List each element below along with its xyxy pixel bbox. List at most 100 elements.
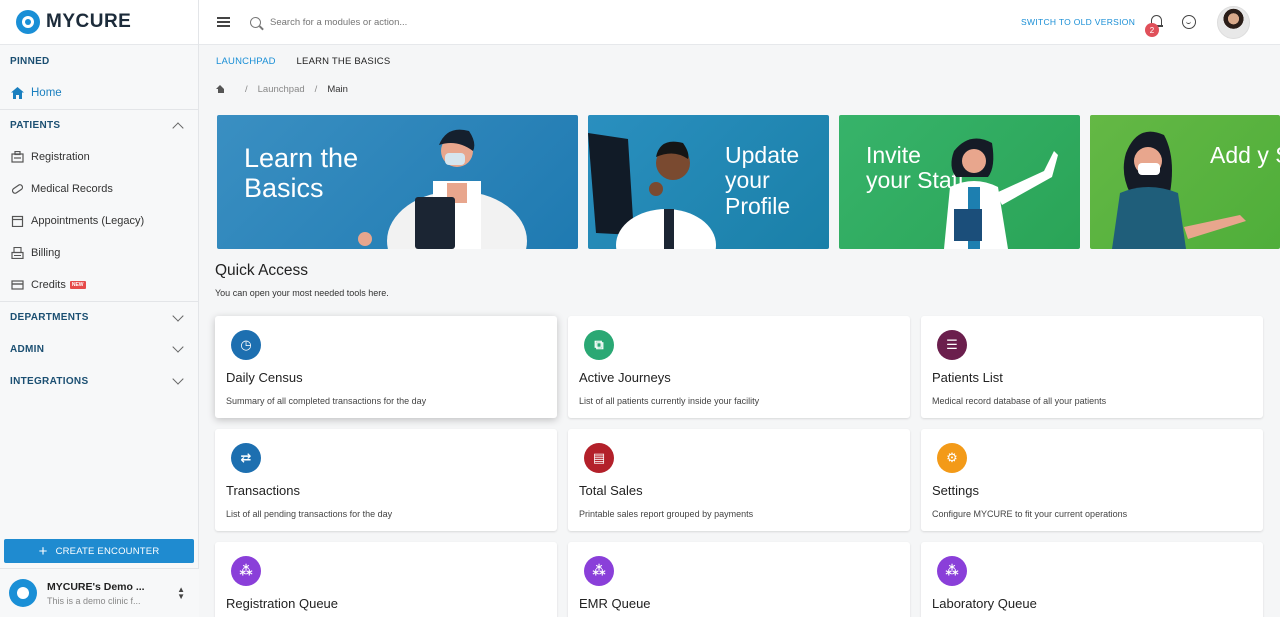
plus-icon: +: [38, 542, 48, 560]
chevron-down-icon: [172, 309, 184, 322]
section-patients[interactable]: PATIENTS: [0, 109, 198, 141]
app-name: MYCURE: [46, 11, 132, 32]
card-settings[interactable]: ⚙ Settings Configure MYCURE to fit your …: [921, 429, 1263, 531]
card-emr-queue[interactable]: ⁂ EMR Queue: [568, 542, 910, 617]
section-pinned: PINNED: [0, 45, 198, 77]
patients-list-icon: ☰: [937, 330, 967, 360]
sidebar-item-medical-records[interactable]: Medical Records: [0, 173, 198, 205]
support-icon[interactable]: [1182, 15, 1196, 29]
mycure-logo-icon: [16, 10, 40, 34]
banner-invite-your-staff[interactable]: Invite your Staff: [839, 115, 1080, 249]
section-integrations[interactable]: INTEGRATIONS: [0, 365, 198, 397]
sidebar-item-label: Registration: [31, 151, 90, 163]
sidebar-item-label: Billing: [31, 247, 61, 259]
sidebar-item-label: Medical Records: [31, 183, 113, 195]
settings-icon: ⚙: [937, 443, 967, 473]
card-description: Configure MYCURE to fit your current ope…: [932, 509, 1128, 519]
section-admin-label: ADMIN: [10, 343, 45, 355]
sidebar-item-registration[interactable]: Registration: [0, 141, 198, 173]
sidebar: MYCURE PINNED Home PATIENTS Registration…: [0, 0, 199, 617]
sidebar-item-appointments[interactable]: Appointments (Legacy): [0, 205, 198, 237]
doctor-illustration: [358, 129, 527, 249]
card-total-sales[interactable]: ▤ Total Sales Printable sales report gro…: [568, 429, 910, 531]
queue-icon: ⁂: [937, 556, 967, 586]
card-laboratory-queue[interactable]: ⁂ Laboratory Queue: [921, 542, 1263, 617]
card-title: Daily Census: [226, 370, 303, 385]
section-admin[interactable]: ADMIN: [0, 333, 198, 365]
card-description: Medical record database of all your pati…: [932, 396, 1107, 406]
quick-access-subtitle: You can open your most needed tools here…: [215, 288, 389, 298]
clinic-switcher[interactable]: MYCURE's Demo ... This is a demo clinic …: [0, 568, 199, 617]
breadcrumb-launchpad[interactable]: Launchpad: [258, 84, 305, 95]
sidebar-item-home[interactable]: Home: [0, 77, 198, 109]
tab-learn-the-basics[interactable]: LEARN THE BASICS: [297, 56, 391, 67]
new-badge: NEW: [69, 281, 86, 289]
section-departments-label: DEPARTMENTS: [10, 312, 89, 323]
search-icon: [250, 16, 261, 28]
menu-icon[interactable]: [217, 17, 230, 27]
search-input[interactable]: [270, 16, 570, 28]
billing-icon: [10, 246, 24, 260]
card-daily-census[interactable]: ◷ Daily Census Summary of all completed …: [215, 316, 557, 418]
card-patients-list[interactable]: ☰ Patients List Medical record database …: [921, 316, 1263, 418]
create-encounter-button[interactable]: + CREATE ENCOUNTER: [4, 539, 194, 563]
sidebar-item-credits[interactable]: Credits NEW: [0, 269, 198, 301]
card-active-journeys[interactable]: ⧉ Active Journeys List of all patients c…: [568, 316, 910, 418]
chevron-down-icon: [172, 341, 184, 353]
nurse-illustration: [1112, 131, 1246, 249]
sales-icon: ▤: [584, 443, 614, 473]
chevron-down-icon: [172, 373, 184, 385]
credit-card-icon: [10, 278, 24, 292]
sidebar-item-billing[interactable]: Billing: [0, 237, 198, 269]
app-logo[interactable]: MYCURE: [0, 0, 198, 45]
breadcrumb-separator: /: [314, 84, 318, 95]
main-content: LAUNCHPAD LEARN THE BASICS / Launchpad /…: [199, 45, 1280, 617]
card-registration-queue[interactable]: ⁂ Registration Queue: [215, 542, 557, 617]
card-title: Settings: [932, 483, 979, 498]
create-encounter-label: CREATE ENCOUNTER: [55, 545, 160, 557]
sidebar-item-label: Credits: [31, 279, 66, 291]
banner-carousel: Learn the Basics Update your Profile Inv…: [217, 115, 1280, 249]
card-title: Total Sales: [579, 483, 643, 498]
avatar[interactable]: [1217, 6, 1250, 39]
card-title: Registration Queue: [226, 596, 339, 611]
queue-icon: ⁂: [584, 556, 614, 586]
clinic-description: This is a demo clinic f...: [47, 595, 141, 606]
tab-launchpad[interactable]: LAUNCHPAD: [216, 56, 276, 67]
section-departments[interactable]: DEPARTMENTS: [0, 301, 198, 333]
breadcrumb-current: Main: [327, 84, 348, 95]
card-title: Transactions: [226, 483, 300, 498]
card-description: Summary of all completed transactions fo…: [226, 396, 427, 406]
doctor-thinking-illustration: [588, 133, 716, 249]
card-title: Active Journeys: [579, 370, 671, 385]
journeys-icon: ⧉: [584, 330, 614, 360]
home-icon[interactable]: [216, 85, 225, 94]
pill-icon: [10, 182, 24, 196]
banner-add-your-services[interactable]: Add y Servi: [1090, 115, 1280, 249]
banner-text: Update your Profile: [725, 142, 800, 219]
section-integrations-label: INTEGRATIONS: [10, 375, 89, 387]
home-icon: [10, 86, 24, 100]
card-description: List of all pending transactions for the…: [226, 509, 393, 519]
section-pinned-label: PINNED: [10, 55, 50, 67]
card-title: Patients List: [932, 370, 1003, 385]
section-patients-label: PATIENTS: [10, 120, 61, 131]
breadcrumb-separator: /: [245, 84, 248, 95]
unfold-icon: ▲ ▼: [177, 585, 185, 601]
banner-update-your-profile[interactable]: Update your Profile: [588, 115, 829, 249]
census-icon: ◷: [231, 330, 261, 360]
clinic-logo-icon: [9, 579, 37, 607]
card-description: Printable sales report grouped by paymen…: [579, 509, 754, 519]
card-transactions[interactable]: ⇄ Transactions List of all pending trans…: [215, 429, 557, 531]
card-description: List of all patients currently inside yo…: [579, 396, 760, 406]
card-title: EMR Queue: [579, 596, 651, 611]
chevron-up-icon: [172, 121, 184, 134]
sidebar-item-label: Appointments (Legacy): [31, 215, 145, 227]
clinic-name: MYCURE's Demo ...: [47, 580, 145, 593]
banner-learn-the-basics[interactable]: Learn the Basics: [217, 115, 578, 249]
switch-old-version-link[interactable]: SWITCH TO OLD VERSION: [1021, 17, 1135, 27]
quick-access-title: Quick Access: [215, 262, 309, 279]
calendar-icon: [10, 214, 24, 228]
queue-icon: ⁂: [231, 556, 261, 586]
breadcrumb: / Launchpad / Main: [216, 84, 348, 95]
